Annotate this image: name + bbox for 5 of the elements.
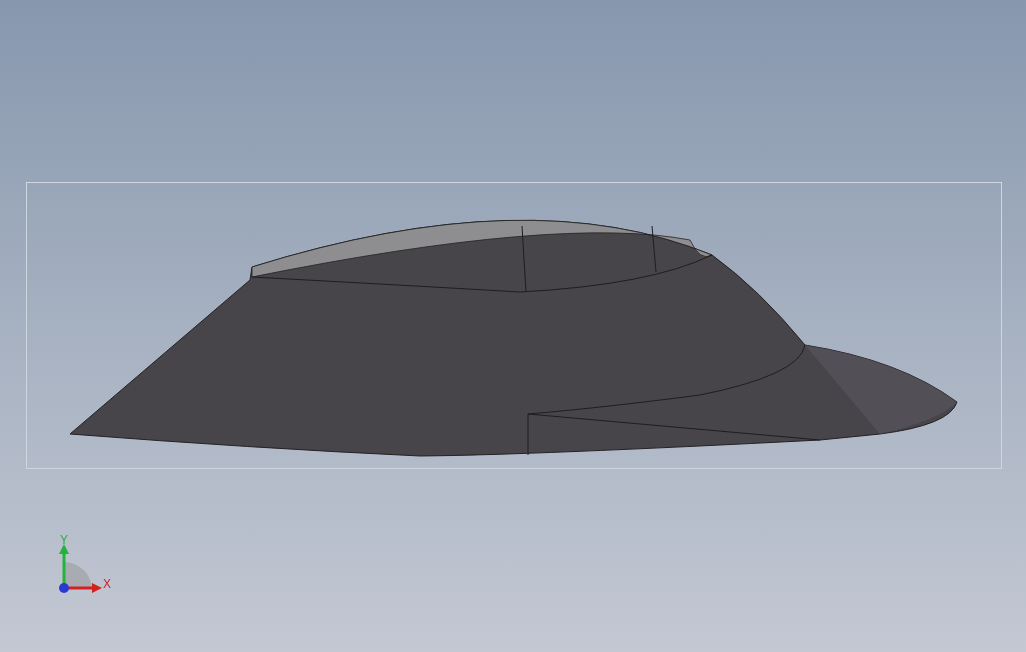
3d-model-drawing[interactable] [69,220,958,457]
axis-triad-drawing [59,544,102,593]
axis-label: X [103,577,111,591]
3d-viewport[interactable]: Y X [0,0,1026,652]
axis-label: Y [60,533,68,547]
